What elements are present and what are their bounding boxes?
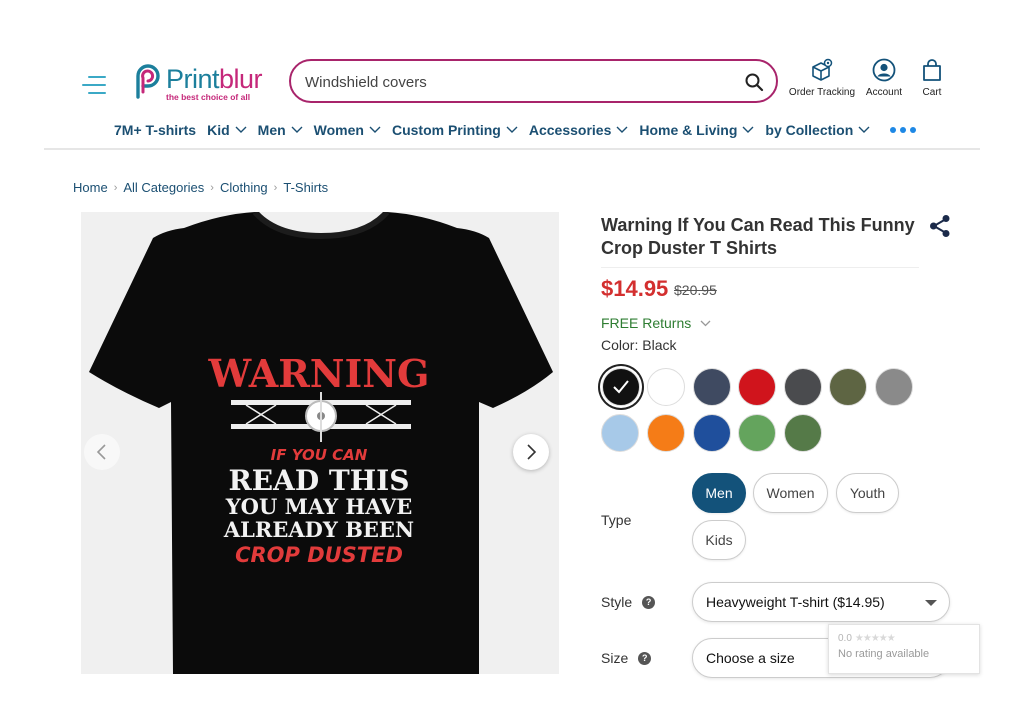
chevron-down-icon (742, 126, 754, 133)
rating-summary: 0.0 ★★★★★ (838, 633, 970, 644)
color-swatch-royal-blue[interactable] (693, 414, 731, 452)
cart-label: Cart (922, 87, 942, 98)
color-swatch-orange[interactable] (647, 414, 685, 452)
logo-wordmark: Printblur (166, 64, 263, 94)
type-option-kids[interactable]: Kids (692, 520, 746, 560)
chevron-down-icon (235, 126, 247, 133)
checkmark-icon (613, 380, 629, 394)
color-swatch-green[interactable] (738, 414, 776, 452)
color-swatch-charcoal[interactable] (784, 368, 822, 406)
nav-item-home-living[interactable]: Home & Living (639, 122, 754, 138)
rating-text: No rating available (838, 648, 930, 660)
logo-tagline: the best choice of all (166, 92, 251, 102)
shopping-bag-icon (923, 59, 941, 81)
search-bar (289, 59, 778, 103)
nav-item-by-collection[interactable]: by Collection (765, 122, 870, 138)
search-input[interactable] (305, 71, 725, 93)
style-select[interactable]: Heavyweight T-shirt ($14.95) (692, 582, 950, 622)
divider (601, 267, 919, 268)
color-label: Color: Black (601, 337, 677, 353)
caret-down-icon (925, 600, 937, 606)
chevron-down-icon (506, 126, 518, 133)
chevron-down-icon (616, 126, 628, 133)
color-swatch-moss[interactable] (784, 414, 822, 452)
breadcrumb-clothing[interactable]: Clothing (220, 180, 268, 195)
main-nav: 7M+ T-shirts Kid Men Women Custom Printi… (114, 120, 917, 140)
order-tracking-label: Order Tracking (788, 87, 856, 98)
style-label: Style ? (601, 594, 656, 610)
original-price: $20.95 (674, 282, 717, 298)
product-image-gallery: WARNING IF YOU CAN READ THIS YOU MAY HAV… (81, 212, 559, 674)
type-option-women[interactable]: Women (753, 473, 828, 513)
nav-item-women[interactable]: Women (314, 122, 381, 138)
more-menu-icon[interactable] (890, 127, 917, 133)
cart-button[interactable]: Cart (914, 58, 950, 98)
package-location-icon (812, 58, 833, 81)
help-icon[interactable]: ? (642, 595, 656, 609)
chevron-right-icon: › (273, 181, 278, 194)
selected-color-value: Black (642, 337, 677, 353)
type-option-youth[interactable]: Youth (836, 473, 899, 513)
nav-item-kid[interactable]: Kid (207, 122, 247, 138)
breadcrumb-tshirts[interactable]: T-Shirts (283, 180, 328, 195)
previous-image-button[interactable] (84, 434, 120, 470)
chevron-down-icon (858, 126, 870, 133)
rating-stars-icon: ★★★★★ (854, 633, 896, 644)
size-select-value: Choose a size (706, 650, 795, 666)
breadcrumb-home[interactable]: Home (73, 180, 108, 195)
color-swatch-grey[interactable] (875, 368, 913, 406)
chevron-left-icon (96, 444, 106, 460)
style-select-value: Heavyweight T-shirt ($14.95) (706, 594, 885, 610)
color-swatch-white[interactable] (647, 368, 685, 406)
current-price: $14.95 (601, 276, 669, 301)
chevron-down-icon (700, 320, 711, 326)
print-line-2: IF YOU CAN (271, 446, 368, 464)
product-title: Warning If You Can Read This Funny Crop … (601, 215, 915, 258)
rating-score: 0.0 (838, 633, 852, 644)
order-tracking-button[interactable]: Order Tracking (787, 58, 857, 98)
rating-badge[interactable]: 0.0 ★★★★★ No rating available (828, 624, 980, 674)
help-icon[interactable]: ? (638, 651, 652, 665)
nav-item-custom-printing[interactable]: Custom Printing (392, 122, 518, 138)
share-icon[interactable] (928, 214, 952, 238)
color-swatch-olive[interactable] (829, 368, 867, 406)
nav-item-tshirts[interactable]: 7M+ T-shirts (114, 122, 196, 138)
print-line-4: YOU MAY HAVE (225, 494, 413, 519)
chevron-right-icon: › (113, 181, 118, 194)
account-label: Account (865, 87, 903, 98)
chevron-right-icon: › (210, 181, 214, 194)
type-option-men[interactable]: Men (692, 473, 746, 513)
free-returns-label: FREE Returns (601, 315, 692, 331)
search-icon[interactable] (744, 72, 764, 92)
print-line-3: READ THIS (229, 464, 410, 497)
next-image-button[interactable] (513, 434, 549, 470)
breadcrumb-all-categories[interactable]: All Categories (123, 180, 204, 195)
size-label: Size ? (601, 650, 652, 666)
site-header: Printblur the best choice of all Order T… (44, 0, 980, 150)
color-swatch-light-blue[interactable] (601, 414, 639, 452)
print-warning-text: WARNING (207, 351, 429, 396)
breadcrumb: Home › All Categories › Clothing › T-Shi… (73, 180, 328, 195)
menu-icon[interactable] (80, 72, 106, 98)
print-line-6: CROP DUSTED (235, 543, 403, 567)
chevron-down-icon (369, 126, 381, 133)
free-returns-toggle[interactable]: FREE Returns (601, 315, 711, 331)
site-logo[interactable]: Printblur the best choice of all (132, 62, 263, 106)
chevron-down-icon (291, 126, 303, 133)
chevron-right-icon (527, 444, 537, 460)
product-image[interactable]: WARNING IF YOU CAN READ THIS YOU MAY HAV… (81, 212, 559, 674)
print-line-5: ALREADY BEEN (223, 517, 414, 542)
user-icon (872, 58, 896, 82)
nav-item-accessories[interactable]: Accessories (529, 122, 629, 138)
printblur-logo-icon (136, 64, 160, 99)
type-label: Type (601, 512, 632, 528)
color-swatch-red[interactable] (738, 368, 776, 406)
nav-item-men[interactable]: Men (258, 122, 303, 138)
account-button[interactable]: Account (860, 58, 908, 98)
color-swatch-black[interactable] (602, 368, 640, 406)
color-swatch-navy-slate[interactable] (693, 368, 731, 406)
